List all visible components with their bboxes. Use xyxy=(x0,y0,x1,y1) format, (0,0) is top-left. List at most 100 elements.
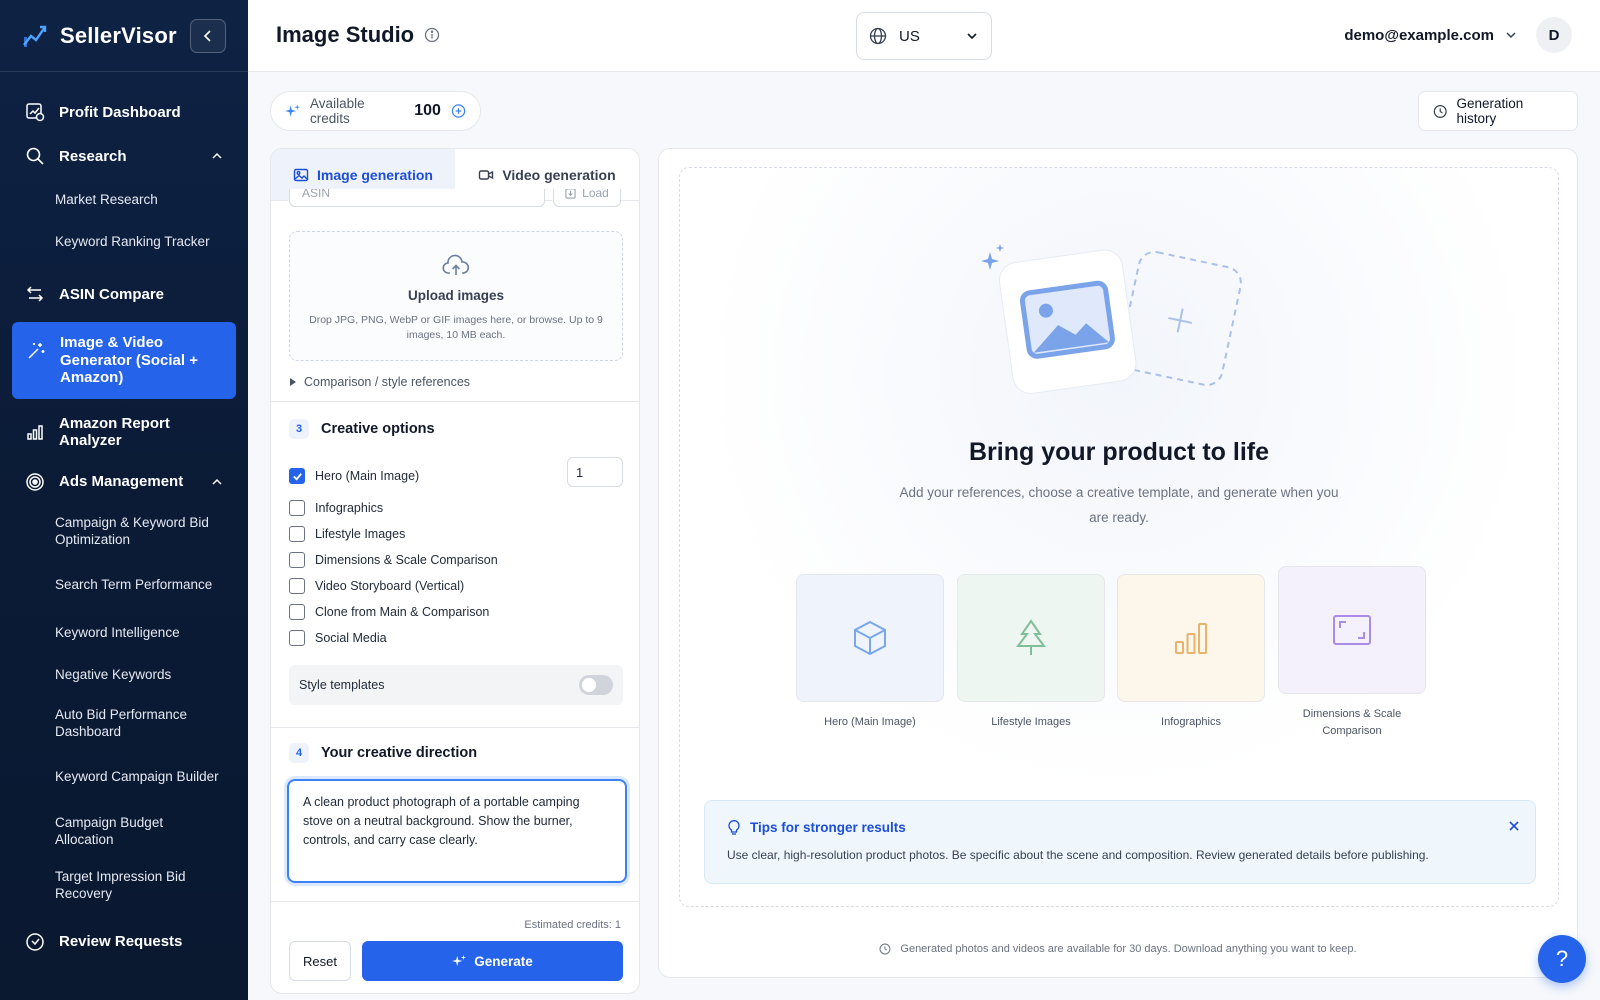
chevron-up-icon xyxy=(212,478,222,485)
sidebar-item-amazon-report-analyzer[interactable]: Amazon Report Analyzer xyxy=(0,405,248,460)
preview-panel: Bring your product to life Add your refe… xyxy=(658,148,1578,978)
tips-banner: Tips for stronger results Use clear, hig… xyxy=(704,800,1536,884)
tab-label: Image generation xyxy=(317,166,433,183)
sidebar-subitem-negative-keywords[interactable]: Negative Keywords xyxy=(0,654,248,696)
caret-right-icon xyxy=(290,378,296,386)
checkbox-social-media[interactable] xyxy=(289,630,305,646)
reset-button[interactable]: Reset xyxy=(289,941,351,981)
template-card xyxy=(1278,566,1426,694)
sidebar-subitem-market-research[interactable]: Market Research xyxy=(0,178,248,220)
add-credits-icon[interactable] xyxy=(451,103,466,119)
step-title: Your creative direction xyxy=(321,745,478,761)
creative-direction-textarea[interactable]: A clean product photograph of a portable… xyxy=(287,779,627,883)
template-card xyxy=(1117,574,1265,702)
sparkle-icon xyxy=(452,954,467,967)
sidebar-item-label: Review Requests xyxy=(59,933,183,950)
magic-wand-icon xyxy=(25,340,47,362)
load-button[interactable]: Load xyxy=(553,189,621,207)
product-image-illustration-icon xyxy=(981,244,1242,394)
sidebar: SellerVisor Profit Dashboard Research Ma… xyxy=(0,0,248,1000)
option-clone[interactable]: Clone from Main & Comparison xyxy=(289,599,623,625)
option-dimensions[interactable]: Dimensions & Scale Comparison xyxy=(289,547,623,573)
tab-label: Video generation xyxy=(502,166,616,183)
checkbox-clone[interactable] xyxy=(289,604,305,620)
region-value: US xyxy=(899,27,920,45)
chevron-left-icon xyxy=(203,29,211,42)
credits-label: Available credits xyxy=(310,96,365,126)
search-icon xyxy=(24,145,46,167)
generation-history-button[interactable]: Generation history xyxy=(1418,91,1578,131)
checkbox-hero[interactable] xyxy=(289,468,305,484)
asin-input[interactable]: ASIN xyxy=(289,189,545,207)
info-icon[interactable] xyxy=(424,27,440,43)
download-icon xyxy=(565,189,576,199)
sidebar-subitem-campaign-keyword-bid[interactable]: Campaign & Keyword Bid Optimization xyxy=(0,504,248,558)
lightbulb-icon xyxy=(728,820,740,835)
checkbox-lifestyle[interactable] xyxy=(289,526,305,542)
template-card xyxy=(796,574,944,702)
step-creative-direction: 4 Your creative direction xyxy=(289,743,477,763)
sidebar-subitem-search-term-performance[interactable]: Search Term Performance xyxy=(0,558,248,612)
brand-logo-icon xyxy=(23,25,47,47)
sidebar-subitem-keyword-campaign-builder[interactable]: Keyword Campaign Builder xyxy=(0,750,248,804)
step-creative-options: 3 Creative options xyxy=(289,419,435,439)
step-number: 3 xyxy=(289,419,309,439)
help-button[interactable]: ? xyxy=(1538,935,1586,983)
sparkle-icon xyxy=(285,104,301,117)
sidebar-subitem-auto-bid-dashboard[interactable]: Auto Bid Performance Dashboard xyxy=(0,696,248,750)
bar-chart-icon xyxy=(1175,623,1207,654)
sidebar-item-ads-management[interactable]: Ads Management xyxy=(0,460,248,504)
image-icon xyxy=(293,168,309,181)
sidebar-item-research[interactable]: Research xyxy=(0,134,248,178)
template-lifestyle[interactable]: Lifestyle Images xyxy=(957,574,1105,731)
template-card xyxy=(957,574,1105,702)
option-lifestyle[interactable]: Lifestyle Images xyxy=(289,521,623,547)
upload-dropzone[interactable]: Upload images Drop JPG, PNG, WebP or GIF… xyxy=(289,231,623,361)
option-infographics[interactable]: Infographics xyxy=(289,495,623,521)
compare-arrows-icon xyxy=(24,283,46,305)
option-video-storyboard[interactable]: Video Storyboard (Vertical) xyxy=(289,573,623,599)
sidebar-item-label: ASIN Compare xyxy=(59,285,165,303)
sidebar-item-review-requests[interactable]: Review Requests xyxy=(0,920,248,964)
close-icon[interactable] xyxy=(1507,819,1521,833)
template-dimensions[interactable]: Dimensions & Scale Comparison xyxy=(1278,566,1426,740)
template-infographics[interactable]: Infographics xyxy=(1117,574,1265,731)
sidebar-subitem-keyword-intelligence[interactable]: Keyword Intelligence xyxy=(0,612,248,654)
sidebar-subitem-target-impression-bid-recovery[interactable]: Target Impression Bid Recovery xyxy=(0,858,248,912)
checkbox-dimensions[interactable] xyxy=(289,552,305,568)
empty-state-area: Bring your product to life Add your refe… xyxy=(679,167,1559,907)
chevron-down-icon xyxy=(967,33,977,40)
sidebar-item-asin-compare[interactable]: ASIN Compare xyxy=(0,272,248,316)
chevron-down-icon xyxy=(1506,32,1516,39)
template-label: Infographics xyxy=(1161,716,1221,728)
retention-note-text: Generated photos and videos are availabl… xyxy=(900,943,1357,955)
sidebar-item-profit-dashboard[interactable]: Profit Dashboard xyxy=(0,90,248,134)
option-hero[interactable]: Hero (Main Image) 1 xyxy=(289,457,623,489)
sidebar-item-label: Amazon Report Analyzer xyxy=(59,414,170,450)
creative-options-list: Hero (Main Image) 1 Infographics Lifesty… xyxy=(289,457,623,651)
user-menu[interactable]: demo@example.com D xyxy=(1344,17,1572,53)
avatar[interactable]: D xyxy=(1536,17,1572,53)
collapse-sidebar-button[interactable] xyxy=(190,18,226,53)
comparison-label: Comparison / style references xyxy=(304,375,471,389)
checkbox-video-storyboard[interactable] xyxy=(289,578,305,594)
generate-button[interactable]: Generate xyxy=(362,941,623,981)
style-templates-toggle[interactable] xyxy=(579,675,613,695)
sidebar-subitem-keyword-ranking-tracker[interactable]: Keyword Ranking Tracker xyxy=(0,220,248,262)
tree-icon xyxy=(1016,619,1046,655)
option-label: Infographics xyxy=(315,501,384,515)
hero-quantity-input[interactable]: 1 xyxy=(567,457,623,487)
page-title-text: Image Studio xyxy=(276,22,415,47)
option-social-media[interactable]: Social Media xyxy=(289,625,623,651)
tips-body: Use clear, high-resolution product photo… xyxy=(727,848,1429,862)
sidebar-item-image-video-generator[interactable]: Image & Video Generator (Social + Amazon… xyxy=(12,322,236,399)
divider xyxy=(271,901,639,902)
checkbox-infographics[interactable] xyxy=(289,500,305,516)
template-hero[interactable]: Hero (Main Image) xyxy=(796,574,944,731)
sidebar-item-label: Profit Dashboard xyxy=(59,103,181,121)
region-select[interactable]: US xyxy=(856,12,992,60)
clock-icon xyxy=(879,943,891,955)
comparison-references-toggle[interactable]: Comparison / style references xyxy=(289,375,470,389)
option-label: Dimensions & Scale Comparison xyxy=(315,553,498,567)
sidebar-subitem-campaign-budget-allocation[interactable]: Campaign Budget Allocation xyxy=(0,804,248,858)
